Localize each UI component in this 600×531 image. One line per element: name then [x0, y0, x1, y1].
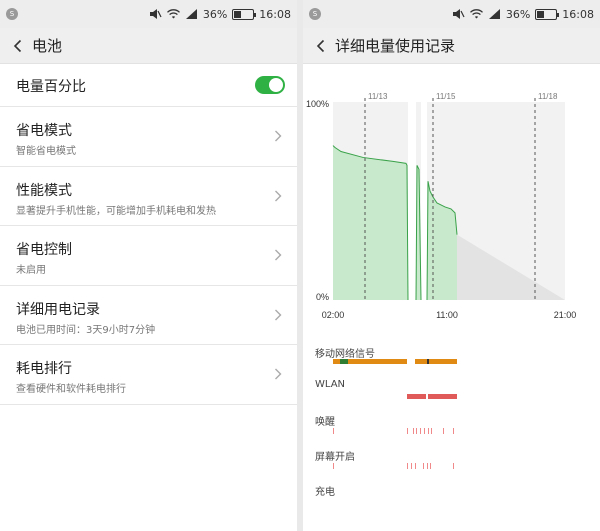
chevron-right-icon: [275, 368, 282, 380]
chevron-right-icon: [275, 309, 282, 320]
chevron-left-icon: [13, 39, 22, 52]
x-tick-label: 02:00: [322, 310, 345, 320]
wake-tick: [416, 428, 417, 434]
settings-item-power-control[interactable]: 省电控制 未启用: [0, 226, 297, 286]
signal-icon: [488, 9, 500, 19]
wake-tick: [428, 428, 429, 434]
activity-tracks: [333, 359, 457, 469]
page-title: 电池: [32, 37, 63, 55]
app-badge-icon: S: [309, 8, 321, 20]
wlan-bar: [407, 394, 426, 399]
header: 电池: [0, 28, 297, 64]
wake-tick: [443, 428, 444, 434]
screen-tick: [411, 463, 412, 469]
screen-tick: [427, 463, 428, 469]
wifi-icon: [166, 9, 180, 19]
settings-item-subtitle: 未启用: [16, 265, 46, 276]
screen-tick: [333, 463, 334, 469]
screen-tick: [453, 463, 454, 469]
settings-item-usage-record[interactable]: 详细用电记录 电池已用时间：3天9小时7分钟: [0, 286, 297, 345]
screen-tick: [430, 463, 431, 469]
app-badge-icon: S: [6, 8, 18, 20]
date-marker-label: 11/18: [538, 92, 558, 101]
wake-tick: [333, 428, 334, 434]
header: 详细电量使用记录: [303, 28, 600, 64]
settings-item-subtitle: 显著提升手机性能，可能增加手机耗电和发热: [16, 205, 216, 217]
track-label-charging: 充电: [315, 487, 335, 498]
settings-item-title: 省电模式: [16, 123, 72, 139]
settings-item-ranking[interactable]: 耗电排行 查看硬件和软件耗电排行: [0, 345, 297, 405]
clock-text: 16:08: [562, 7, 594, 21]
screen-tick: [415, 463, 416, 469]
settings-item-title: 省电控制: [16, 242, 72, 258]
wake-tick: [407, 428, 408, 434]
settings-item-title: 详细用电记录: [16, 301, 100, 318]
mute-icon: [149, 9, 162, 19]
x-tick-label: 11:00: [436, 310, 458, 320]
settings-item-performance[interactable]: 性能模式 显著提升手机性能，可能增加手机耗电和发热: [0, 167, 297, 226]
settings-item-power-saving[interactable]: 省电模式 智能省电模式: [0, 107, 297, 167]
settings-item-subtitle: 智能省电模式: [16, 146, 76, 157]
battery-settings-screen: S 36% 16:08 电池 电量百分比 省电模式 智能省电模式 性能模式 显著…: [0, 0, 297, 531]
screen-tick: [423, 463, 424, 469]
clock-text: 16:08: [259, 7, 291, 21]
chevron-right-icon: [275, 190, 282, 201]
settings-list: 电量百分比 省电模式 智能省电模式 性能模式 显著提升手机性能，可能增加手机耗电…: [0, 65, 297, 405]
wake-tick: [420, 428, 421, 434]
wake-tick: [431, 428, 432, 434]
wake-tick: [453, 428, 454, 434]
battery-percent-text: 36%: [202, 7, 228, 21]
percent-toggle-row[interactable]: 电量百分比: [0, 65, 297, 107]
wake-tick: [424, 428, 425, 434]
battery-percent-text: 36%: [505, 7, 531, 21]
battery-icon: [535, 8, 560, 20]
battery-icon: [232, 8, 257, 20]
back-button[interactable]: [4, 28, 32, 64]
chevron-left-icon: [316, 39, 325, 52]
status-bar: S 36% 16:08: [0, 0, 297, 28]
settings-item-subtitle: 电池已用时间：3天9小时7分钟: [16, 324, 156, 336]
date-marker-label: 11/15: [436, 92, 456, 101]
battery-history-chart: 11/13 11/15 11/18 02:00 11:00 21:00 100% 0%: [306, 92, 577, 320]
y-label-top: 100%: [306, 99, 329, 109]
toggle-knob: [269, 78, 283, 92]
page-title: 详细电量使用记录: [335, 37, 456, 55]
mute-icon: [452, 9, 465, 19]
screen-tick: [407, 463, 408, 469]
chevron-right-icon: [275, 249, 282, 261]
gap-region: [421, 102, 427, 300]
usage-record-screen: S 36% 16:08 详细电量使用记录 11/13 11/15 11/18 02:0…: [303, 0, 600, 531]
percent-toggle-switch[interactable]: [255, 76, 285, 94]
wake-tick: [413, 428, 414, 434]
mobile-signal-accent: [340, 359, 348, 364]
signal-icon: [185, 9, 197, 19]
settings-item-title: 耗电排行: [16, 361, 72, 377]
settings-item-title: 性能模式: [16, 182, 72, 199]
date-marker-label: 11/13: [368, 92, 388, 101]
status-bar: S 36% 16:08: [303, 0, 600, 28]
settings-item-subtitle: 查看硬件和软件耗电排行: [16, 384, 126, 395]
gap-region: [408, 102, 416, 300]
percent-toggle-label: 电量百分比: [16, 78, 86, 95]
battery-area-segment: [333, 145, 408, 300]
back-button[interactable]: [307, 28, 335, 64]
chevron-right-icon: [275, 130, 282, 142]
x-tick-label: 21:00: [554, 310, 577, 320]
y-label-bottom: 0%: [316, 292, 329, 302]
mobile-signal-bar: [415, 359, 457, 364]
wlan-bar: [428, 394, 457, 399]
wifi-icon: [469, 9, 483, 19]
mobile-signal-tick: [427, 359, 429, 364]
